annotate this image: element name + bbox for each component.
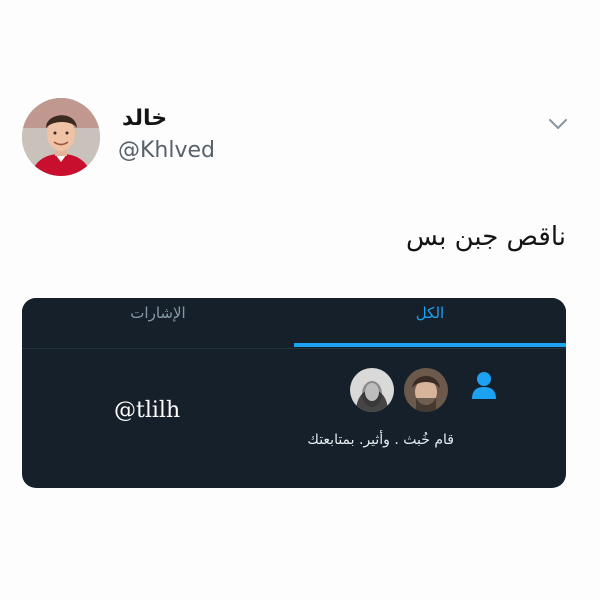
embedded-notification-screenshot: الإشارات الكل @tlilh قام خُبث . وأثير. ب… [22,298,566,488]
tab-mentions: الإشارات [130,304,186,322]
follower-handle: @tlilh [114,398,181,423]
author-handle[interactable]: @Khlved [118,138,215,163]
tweet-text: ناقص جبن بس [405,222,566,252]
author-avatar[interactable] [22,98,100,176]
follower-avatar [350,368,394,412]
notification-tabs: الإشارات الكل [22,298,566,349]
author-display-name[interactable]: خالد [122,106,167,131]
notification-message: قام خُبث . وأثير. بمتابعتك [307,432,454,448]
active-tab-indicator [294,343,566,347]
person-icon [470,370,498,400]
tweet-screenshot: خالد @Khlved ناقص جبن بس الإشارات الكل @… [0,0,600,600]
chevron-down-icon[interactable] [548,116,568,130]
tab-all: الكل [415,304,445,322]
follower-avatar [404,368,448,412]
